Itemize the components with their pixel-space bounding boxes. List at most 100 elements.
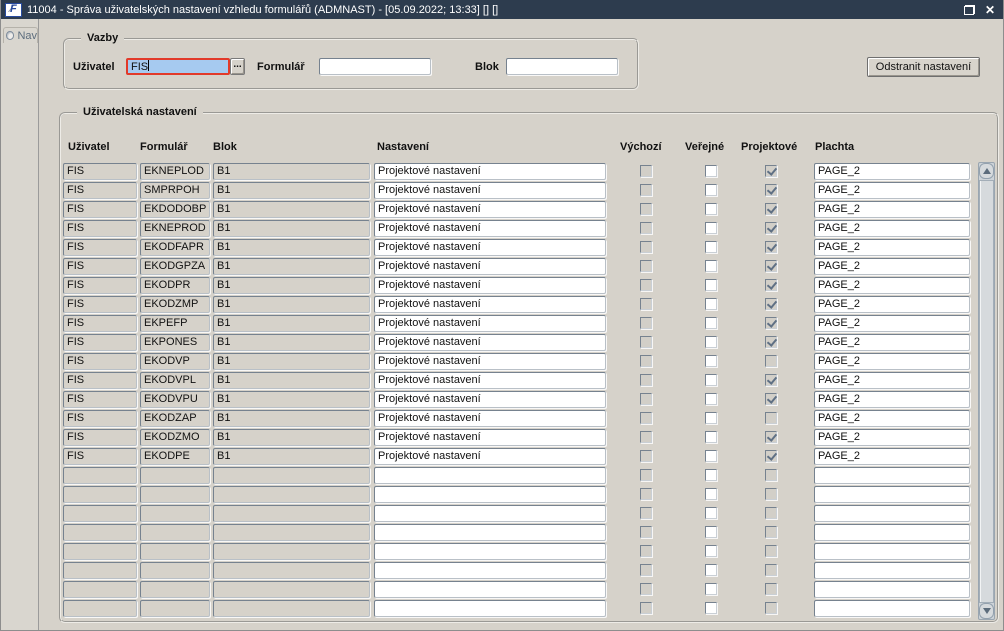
cell-plachta[interactable]: PAGE_2 xyxy=(814,201,970,218)
cell-plachta[interactable] xyxy=(814,486,970,503)
cell-nastaveni[interactable]: Projektové nastavení xyxy=(374,334,606,351)
cell-blok[interactable]: B1 xyxy=(213,296,370,313)
uzivatel-lov-button[interactable]: ... xyxy=(230,58,245,75)
cell-formular[interactable] xyxy=(140,486,210,503)
cell-uzivatel[interactable] xyxy=(63,486,137,503)
checkbox-verejne[interactable] xyxy=(705,450,717,462)
cell-uzivatel[interactable] xyxy=(63,524,137,541)
checkbox-verejne[interactable] xyxy=(705,526,717,538)
cell-plachta[interactable]: PAGE_2 xyxy=(814,353,970,370)
cell-uzivatel[interactable]: FIS xyxy=(63,296,137,313)
cell-uzivatel[interactable] xyxy=(63,562,137,579)
cell-nastaveni[interactable]: Projektové nastavení xyxy=(374,163,606,180)
checkbox-verejne[interactable] xyxy=(705,165,717,177)
cell-plachta[interactable]: PAGE_2 xyxy=(814,429,970,446)
cell-blok[interactable]: B1 xyxy=(213,201,370,218)
cell-blok[interactable]: B1 xyxy=(213,163,370,180)
cell-nastaveni[interactable]: Projektové nastavení xyxy=(374,220,606,237)
cell-blok[interactable] xyxy=(213,581,370,598)
cell-formular[interactable]: EKODPR xyxy=(140,277,210,294)
cell-uzivatel[interactable]: FIS xyxy=(63,163,137,180)
checkbox-verejne[interactable] xyxy=(705,279,717,291)
checkbox-verejne[interactable] xyxy=(705,507,717,519)
cell-uzivatel[interactable]: FIS xyxy=(63,220,137,237)
cell-uzivatel[interactable] xyxy=(63,505,137,522)
checkbox-verejne[interactable] xyxy=(705,298,717,310)
cell-blok[interactable] xyxy=(213,524,370,541)
cell-nastaveni[interactable]: Projektové nastavení xyxy=(374,239,606,256)
cell-nastaveni[interactable]: Projektové nastavení xyxy=(374,372,606,389)
cell-plachta[interactable]: PAGE_2 xyxy=(814,296,970,313)
cell-blok[interactable]: B1 xyxy=(213,448,370,465)
nav-tab[interactable]: Nav xyxy=(3,27,38,43)
cell-nastaveni[interactable] xyxy=(374,600,606,617)
cell-plachta[interactable] xyxy=(814,467,970,484)
cell-uzivatel[interactable]: FIS xyxy=(63,315,137,332)
cell-formular[interactable]: EKODGPZA xyxy=(140,258,210,275)
cell-nastaveni[interactable] xyxy=(374,562,606,579)
cell-uzivatel[interactable]: FIS xyxy=(63,277,137,294)
cell-nastaveni[interactable]: Projektové nastavení xyxy=(374,277,606,294)
cell-blok[interactable]: B1 xyxy=(213,372,370,389)
checkbox-verejne[interactable] xyxy=(705,469,717,481)
cell-formular[interactable] xyxy=(140,467,210,484)
cell-nastaveni[interactable]: Projektové nastavení xyxy=(374,448,606,465)
cell-plachta[interactable]: PAGE_2 xyxy=(814,391,970,408)
cell-plachta[interactable]: PAGE_2 xyxy=(814,372,970,389)
checkbox-verejne[interactable] xyxy=(705,602,717,614)
cell-blok[interactable]: B1 xyxy=(213,182,370,199)
cell-formular[interactable]: EKODZAP xyxy=(140,410,210,427)
close-icon[interactable]: ✕ xyxy=(985,4,995,16)
cell-plachta[interactable] xyxy=(814,562,970,579)
cell-uzivatel[interactable] xyxy=(63,581,137,598)
cell-nastaveni[interactable]: Projektové nastavení xyxy=(374,296,606,313)
cell-uzivatel[interactable]: FIS xyxy=(63,448,137,465)
checkbox-verejne[interactable] xyxy=(705,184,717,196)
cell-uzivatel[interactable] xyxy=(63,467,137,484)
checkbox-verejne[interactable] xyxy=(705,355,717,367)
cell-nastaveni[interactable] xyxy=(374,505,606,522)
cell-uzivatel[interactable]: FIS xyxy=(63,372,137,389)
checkbox-verejne[interactable] xyxy=(705,317,717,329)
cell-uzivatel[interactable]: FIS xyxy=(63,410,137,427)
checkbox-verejne[interactable] xyxy=(705,241,717,253)
cell-uzivatel[interactable]: FIS xyxy=(63,334,137,351)
restore-icon[interactable] xyxy=(963,4,975,15)
checkbox-verejne[interactable] xyxy=(705,374,717,386)
cell-formular[interactable]: EKODPE xyxy=(140,448,210,465)
cell-blok[interactable] xyxy=(213,600,370,617)
cell-nastaveni[interactable]: Projektové nastavení xyxy=(374,353,606,370)
cell-uzivatel[interactable]: FIS xyxy=(63,201,137,218)
cell-plachta[interactable]: PAGE_2 xyxy=(814,182,970,199)
cell-formular[interactable]: SMPRPOH xyxy=(140,182,210,199)
scrollbar-thumb[interactable] xyxy=(979,180,994,603)
checkbox-verejne[interactable] xyxy=(705,564,717,576)
cell-plachta[interactable] xyxy=(814,600,970,617)
cell-blok[interactable]: B1 xyxy=(213,220,370,237)
scroll-down-icon[interactable] xyxy=(979,603,994,619)
checkbox-verejne[interactable] xyxy=(705,336,717,348)
cell-nastaveni[interactable]: Projektové nastavení xyxy=(374,182,606,199)
cell-formular[interactable]: EKODZMP xyxy=(140,296,210,313)
cell-formular[interactable]: EKNEPLOD xyxy=(140,163,210,180)
cell-uzivatel[interactable]: FIS xyxy=(63,353,137,370)
cell-uzivatel[interactable]: FIS xyxy=(63,239,137,256)
formular-input[interactable] xyxy=(319,58,431,75)
cell-formular[interactable]: EKDODOBP xyxy=(140,201,210,218)
cell-blok[interactable]: B1 xyxy=(213,258,370,275)
cell-plachta[interactable] xyxy=(814,581,970,598)
cell-uzivatel[interactable]: FIS xyxy=(63,182,137,199)
cell-nastaveni[interactable]: Projektové nastavení xyxy=(374,258,606,275)
cell-blok[interactable] xyxy=(213,543,370,560)
cell-blok[interactable]: B1 xyxy=(213,353,370,370)
cell-formular[interactable]: EKPEFP xyxy=(140,315,210,332)
cell-uzivatel[interactable] xyxy=(63,543,137,560)
cell-blok[interactable] xyxy=(213,467,370,484)
cell-nastaveni[interactable] xyxy=(374,581,606,598)
cell-formular[interactable] xyxy=(140,562,210,579)
checkbox-verejne[interactable] xyxy=(705,203,717,215)
cell-blok[interactable] xyxy=(213,486,370,503)
cell-plachta[interactable]: PAGE_2 xyxy=(814,410,970,427)
cell-uzivatel[interactable]: FIS xyxy=(63,258,137,275)
cell-plachta[interactable]: PAGE_2 xyxy=(814,258,970,275)
